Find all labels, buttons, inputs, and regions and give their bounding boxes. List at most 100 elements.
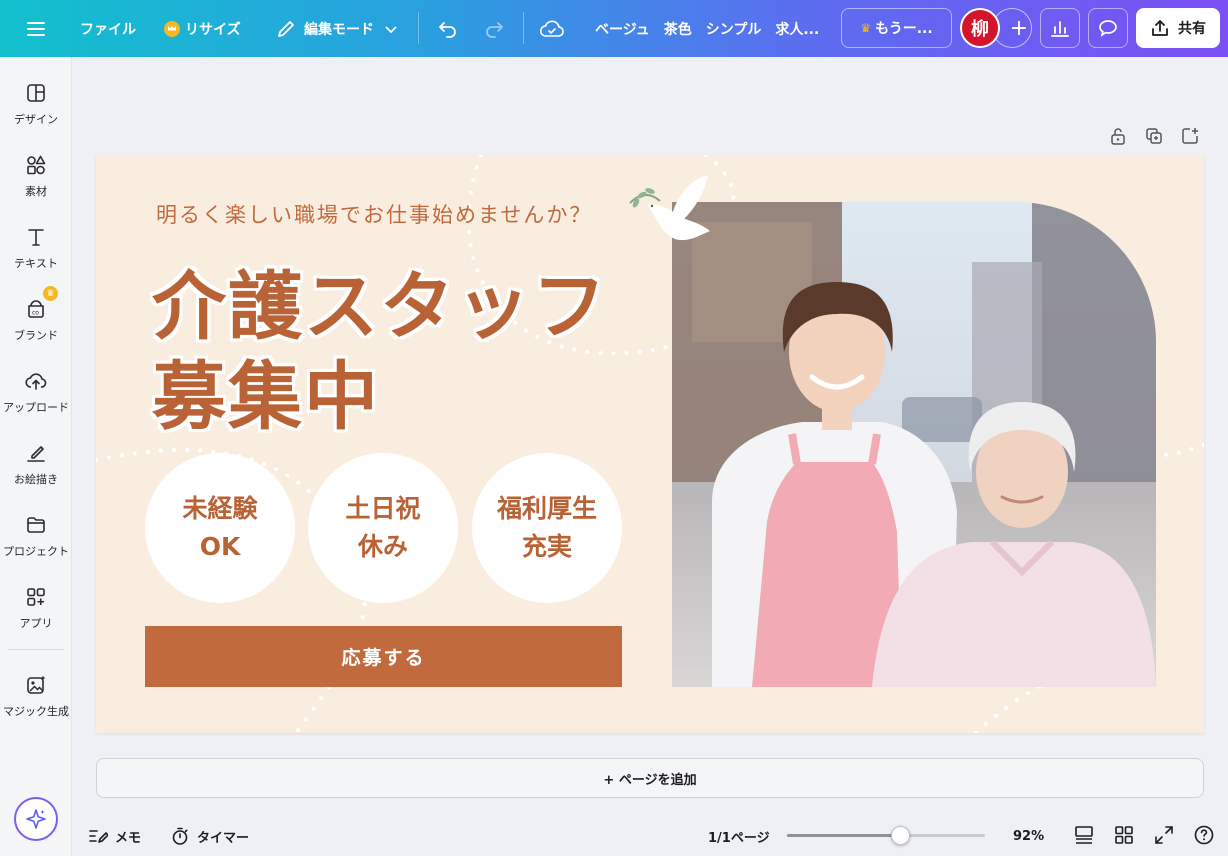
upgrade-label: もうー... xyxy=(875,21,933,37)
file-menu[interactable]: ファイル xyxy=(80,0,136,57)
feature-line: 土日祝 xyxy=(345,494,421,523)
pencil-icon xyxy=(278,20,294,37)
sidebar-item-label: ブランド xyxy=(14,329,58,342)
edit-mode-dropdown[interactable]: 編集モード xyxy=(276,0,398,57)
crown-badge-icon: ♛ xyxy=(43,286,58,301)
menu-button[interactable] xyxy=(26,0,46,57)
sidebar-item-label: テキスト xyxy=(14,257,58,270)
lock-page-button[interactable] xyxy=(1108,126,1128,148)
add-page-button[interactable]: + ページを追加 xyxy=(96,758,1204,798)
page-count[interactable]: 1/1ページ xyxy=(708,822,770,850)
sidebar-item-design[interactable]: デザイン xyxy=(0,77,72,139)
design-icon xyxy=(27,84,45,102)
chevron-down-icon xyxy=(385,25,397,33)
sidebar-item-elements[interactable]: 素材 xyxy=(0,149,72,211)
zoom-level[interactable]: 92% xyxy=(1013,822,1044,850)
apply-button[interactable]: 応募する xyxy=(145,626,622,687)
draw-icon xyxy=(27,446,45,462)
notes-button[interactable]: メモ xyxy=(88,822,141,850)
sidebar-item-label: アップロード xyxy=(3,401,69,414)
zoom-slider-thumb[interactable] xyxy=(891,826,910,845)
redo-icon xyxy=(486,21,504,38)
share-upload-icon xyxy=(1152,20,1168,36)
undo-icon xyxy=(438,21,456,38)
feature-line: OK xyxy=(199,532,241,561)
feature-line: 充実 xyxy=(521,532,572,561)
redo-button[interactable] xyxy=(483,0,505,57)
save-status-button[interactable] xyxy=(540,0,564,57)
undo-button[interactable] xyxy=(437,0,459,57)
feature-circle[interactable]: 土日祝 休み xyxy=(308,453,458,603)
add-page-icon-button[interactable] xyxy=(1180,126,1200,148)
notes-icon xyxy=(89,830,108,843)
resize-button[interactable]: リサイズ xyxy=(164,0,241,57)
sidebar-item-projects[interactable]: プロジェクト xyxy=(0,509,72,571)
sidebar-item-magic-media[interactable]: マジック生成 xyxy=(0,669,72,731)
caregiver-photo[interactable] xyxy=(672,202,1156,687)
sidebar-item-label: 素材 xyxy=(25,185,47,198)
sidebar-item-label: プロジェクト xyxy=(3,545,69,558)
edit-mode-label: 編集モード xyxy=(304,21,374,38)
sidebar-item-brand[interactable]: co ブランド ♛ xyxy=(0,286,72,355)
design-canvas[interactable]: 明るく楽しい職場でお仕事始めませんか？ 介護スタッフ 募集中 未経験 OK 土日… xyxy=(96,155,1204,733)
lock-icon xyxy=(1111,128,1125,145)
apps-icon xyxy=(27,588,45,606)
timer-label: タイマー xyxy=(197,830,250,846)
hamburger-icon xyxy=(27,21,45,36)
share-button[interactable]: 共有 xyxy=(1136,8,1220,48)
fullscreen-icon[interactable] xyxy=(1153,824,1175,846)
timer-icon xyxy=(172,827,188,845)
add-page-icon xyxy=(1182,128,1198,144)
folder-icon xyxy=(27,517,45,533)
left-sidebar: デザイン 素材 テキスト co ブランド ♛ アップロード お絵描き プロジェク… xyxy=(0,57,72,856)
sidebar-item-upload[interactable]: アップロード xyxy=(0,365,72,427)
design-title[interactable]: ベージュ 茶色 シンプル 求人... xyxy=(595,0,819,57)
timer-button[interactable]: タイマー xyxy=(170,822,249,850)
elements-icon xyxy=(27,155,46,175)
headline-line-2[interactable]: 募集中 xyxy=(152,337,380,444)
feature-line: 福利厚生 xyxy=(496,494,597,523)
help-icon[interactable] xyxy=(1193,824,1215,846)
breadcrumb-item: ベージュ xyxy=(595,21,650,38)
svg-text:co: co xyxy=(32,310,39,317)
sparkle-icon xyxy=(26,809,46,829)
feature-circle[interactable]: 未経験 OK xyxy=(145,453,295,603)
magic-assistant-button[interactable] xyxy=(14,797,58,841)
divider xyxy=(418,12,419,44)
breadcrumb-item: 求人... xyxy=(775,21,820,38)
feature-circle[interactable]: 福利厚生 充実 xyxy=(472,453,622,603)
top-bar: ファイル リサイズ 編集モード ベージュ 茶色 シンプル 求人... ♛ もうー… xyxy=(0,0,1228,57)
plus-icon: + xyxy=(1009,15,1029,41)
insights-button[interactable] xyxy=(1040,8,1080,48)
duplicate-page-button[interactable] xyxy=(1144,126,1164,148)
sidebar-item-apps[interactable]: アプリ xyxy=(0,581,72,643)
photo-illustration xyxy=(672,202,1156,687)
sidebar-item-text[interactable]: テキスト xyxy=(0,221,72,283)
comment-icon xyxy=(1099,20,1117,37)
feature-line: 休み xyxy=(357,532,408,561)
sidebar-item-label: アプリ xyxy=(19,617,53,630)
crown-icon: ♛ xyxy=(860,21,872,35)
resize-label: リサイズ xyxy=(185,21,241,38)
cloud-check-icon xyxy=(540,20,564,37)
sidebar-divider xyxy=(8,649,64,650)
avatar[interactable]: 柳 xyxy=(960,8,1000,48)
grid-view-icon[interactable] xyxy=(1113,824,1135,846)
zoom-slider-fill xyxy=(787,834,900,837)
upgrade-button[interactable]: ♛ もうー... xyxy=(841,8,952,48)
sidebar-item-label: マジック生成 xyxy=(3,705,69,718)
tagline[interactable]: 明るく楽しい職場でお仕事始めませんか？ xyxy=(156,199,592,229)
magic-media-icon xyxy=(27,675,46,694)
divider xyxy=(523,12,524,44)
comments-button[interactable] xyxy=(1088,8,1128,48)
breadcrumb-item: シンプル xyxy=(705,21,762,38)
text-icon xyxy=(28,229,44,246)
zoom-slider[interactable] xyxy=(787,826,985,845)
breadcrumb-item: 茶色 xyxy=(663,21,692,38)
duplicate-icon xyxy=(1146,128,1162,144)
dove-decoration xyxy=(629,175,710,241)
sidebar-item-draw[interactable]: お絵描き xyxy=(0,437,72,499)
page-view-icon[interactable] xyxy=(1073,824,1095,846)
sidebar-item-label: デザイン xyxy=(14,113,58,126)
share-label: 共有 xyxy=(1178,21,1206,37)
